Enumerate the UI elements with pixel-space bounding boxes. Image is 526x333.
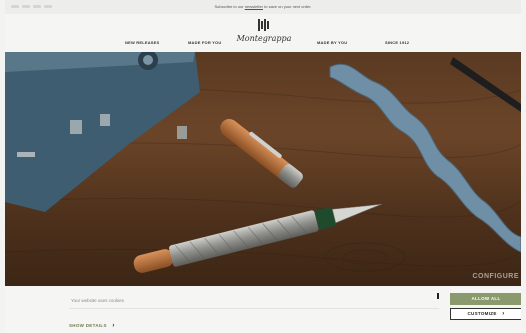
- announcement-bar: Subscribe to our newsletter to save on y…: [5, 0, 521, 14]
- cap-pen-shape: [220, 118, 303, 188]
- hero-caption: CONFIGURE: [472, 273, 519, 280]
- announcement-suffix: to save on your next order.: [264, 4, 312, 9]
- cookie-banner: Your website uses cookies ALLOW ALL CUST…: [5, 286, 521, 333]
- window-controls: [11, 5, 52, 9]
- thimble-shape: [177, 126, 187, 139]
- allow-all-button[interactable]: ALLOW ALL: [450, 293, 521, 305]
- nav-made-for-you[interactable]: MADE FOR YOU: [188, 40, 221, 45]
- cookie-divider: [69, 308, 439, 309]
- newsletter-link[interactable]: newsletter: [245, 4, 263, 9]
- hero-illustration: [5, 52, 521, 273]
- nav-since-1912[interactable]: SINCE 1912: [385, 40, 409, 45]
- logo-icon[interactable]: [257, 19, 271, 31]
- brand-logo[interactable]: Montegrappa: [231, 34, 297, 43]
- show-details-label: SHOW DETAILS: [69, 323, 107, 328]
- customize-button[interactable]: CUSTOMIZE ›: [450, 308, 521, 320]
- nav-new-releases[interactable]: NEW RELEASES: [125, 40, 159, 45]
- show-details-link[interactable]: SHOW DETAILS ›: [69, 323, 115, 329]
- nav-made-by-you[interactable]: MADE BY YOU: [317, 40, 347, 45]
- hero-banner[interactable]: CONFIGURE: [5, 52, 521, 286]
- cookie-message: Your website uses cookies: [71, 298, 124, 303]
- pen-clip-shape: [450, 57, 521, 112]
- site-header: Montegrappa NEW RELEASES MADE FOR YOU MA…: [5, 14, 521, 52]
- machine-shape: [5, 52, 200, 212]
- browser-window: Subscribe to our newsletter to save on y…: [5, 0, 521, 333]
- chevron-right-icon: ›: [112, 323, 115, 329]
- customize-label: CUSTOMIZE: [467, 311, 497, 316]
- announcement-prefix: Subscribe to our: [214, 4, 244, 9]
- info-icon[interactable]: [437, 293, 439, 299]
- chevron-right-icon: ›: [502, 311, 505, 317]
- fountain-pen-shape: [133, 203, 382, 273]
